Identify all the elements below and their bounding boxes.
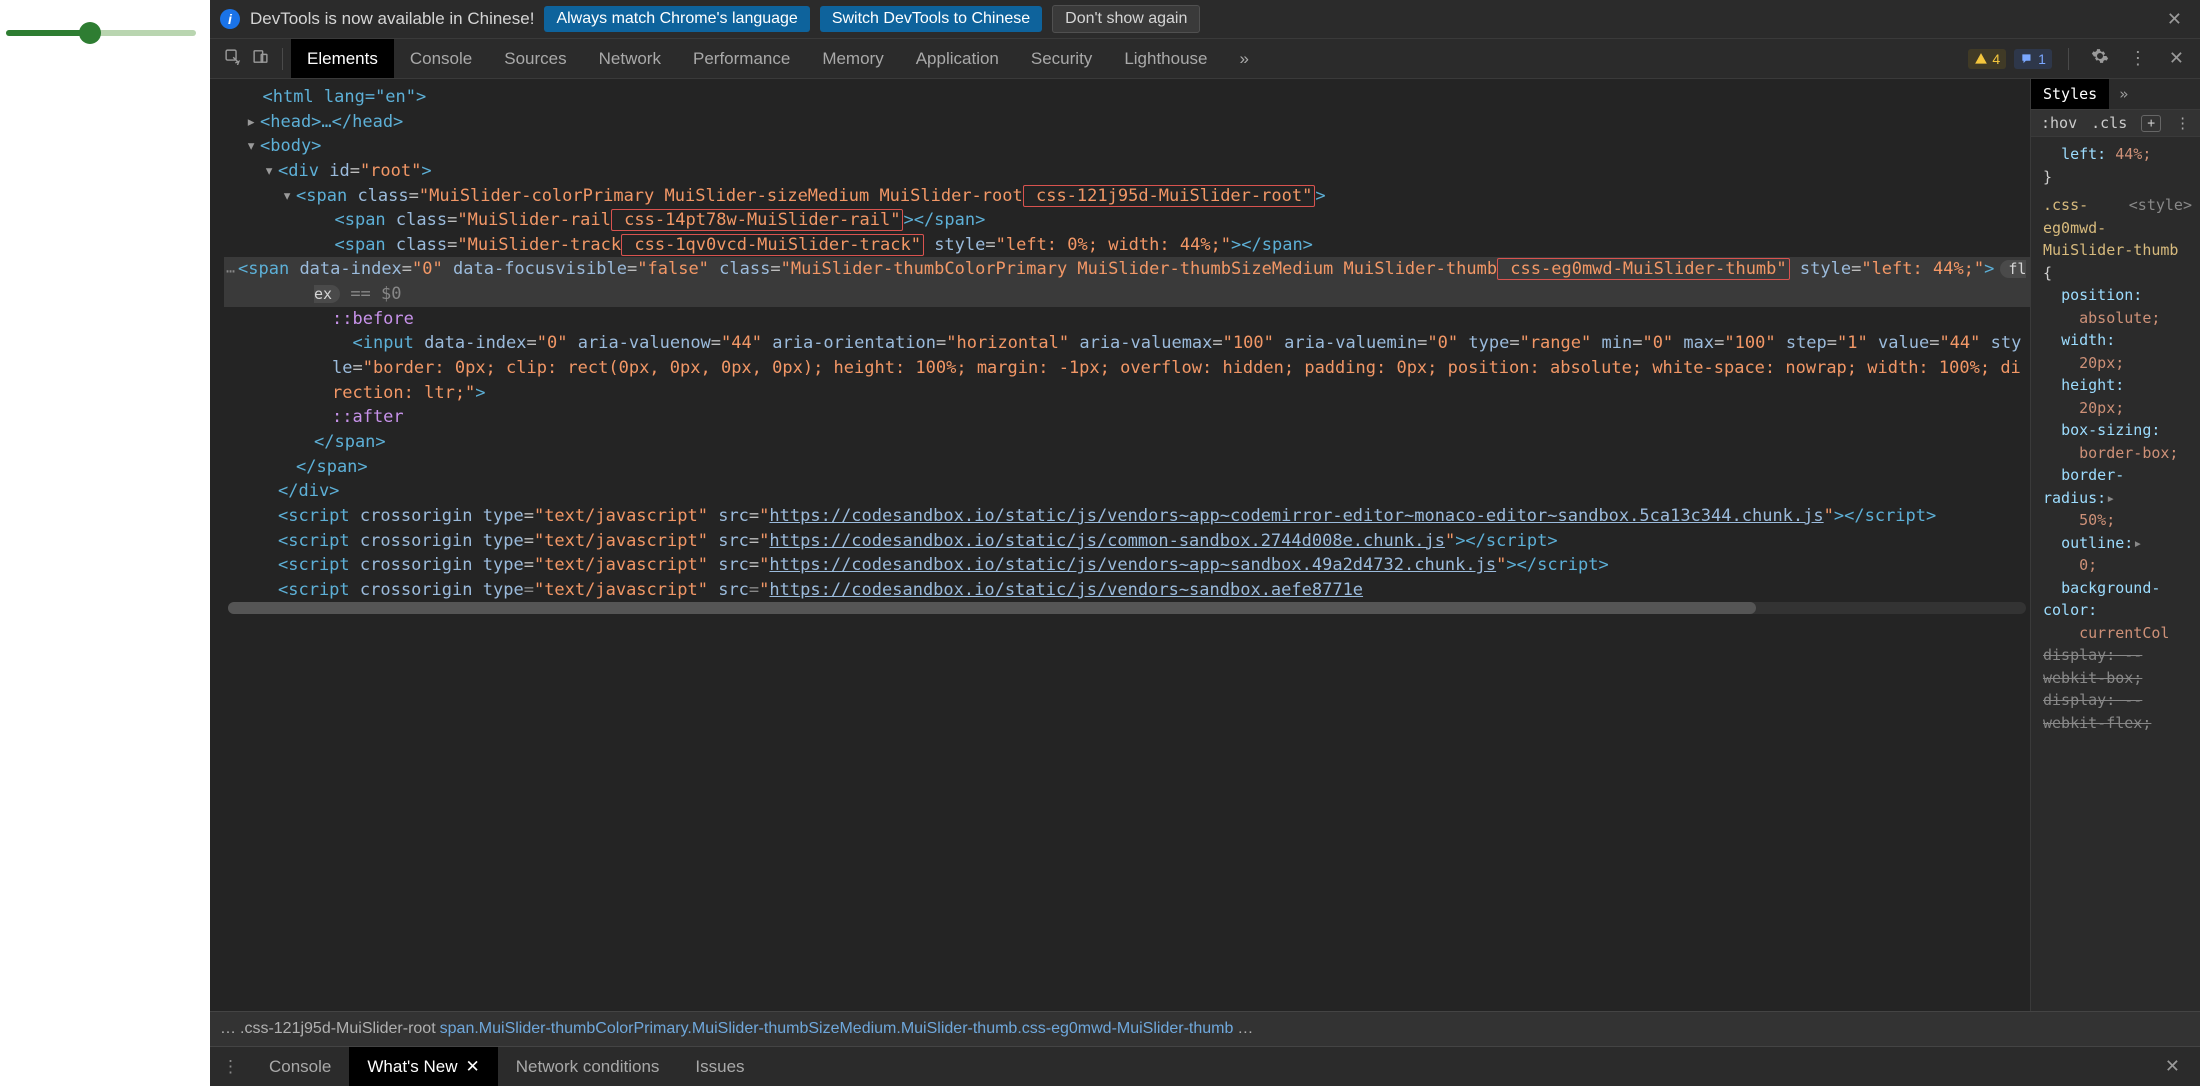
close-icon[interactable]: ✕ — [2159, 9, 2190, 30]
dismiss-notification-button[interactable]: Don't show again — [1052, 5, 1200, 33]
styles-tabs-overflow[interactable]: » — [2109, 79, 2138, 109]
dom-node: <span class="MuiSlider-rail css-14pt78w-… — [224, 208, 2030, 233]
issues-count: 1 — [2038, 51, 2046, 67]
dom-node: <script crossorigin type="text/javascrip… — [224, 578, 2030, 603]
devtools-window: i DevTools is now available in Chinese! … — [210, 0, 2200, 1086]
inspect-element-icon[interactable] — [218, 48, 246, 70]
drawer-tab-network-conditions[interactable]: Network conditions — [498, 1047, 678, 1086]
dom-node-selected: ⋯ ▾<span data-index="0" data-focusvisibl… — [224, 257, 2030, 306]
dom-node: ▾<div id="root"> — [224, 159, 2030, 184]
close-icon[interactable]: ✕ — [466, 1057, 480, 1077]
dom-pseudo: ::before — [224, 307, 2030, 332]
devtools-tabbar: Elements Console Sources Network Perform… — [210, 39, 2200, 79]
match-language-button[interactable]: Always match Chrome's language — [544, 6, 809, 32]
elements-dom-tree[interactable]: <html lang="en"> ▸<head>…</head> ▾<body>… — [210, 79, 2030, 1011]
hov-toggle[interactable]: :hov — [2041, 114, 2077, 132]
style-rules[interactable]: left: 44%; } .css-<style> eg0mwd- MuiSli… — [2031, 137, 2200, 1011]
dom-node: <span class="MuiSlider-track css-1qv0vcd… — [224, 233, 2030, 258]
tab-memory[interactable]: Memory — [806, 39, 899, 78]
cls-toggle[interactable]: .cls — [2091, 114, 2127, 132]
warnings-count: 4 — [1992, 51, 2000, 67]
dom-node: <script crossorigin type="text/javascrip… — [224, 529, 2030, 554]
breadcrumb-item-selected[interactable]: span.MuiSlider-thumbColorPrimary.MuiSlid… — [440, 1020, 1234, 1038]
mui-slider[interactable] — [6, 30, 196, 36]
dom-node: </span> — [224, 430, 2030, 455]
tab-elements[interactable]: Elements — [291, 39, 394, 78]
new-style-rule-button[interactable]: + — [2141, 115, 2161, 132]
switch-language-button[interactable]: Switch DevTools to Chinese — [820, 6, 1042, 32]
styles-more-icon[interactable]: ⋮ — [2175, 114, 2190, 132]
elements-breadcrumb[interactable]: … .css-121j95d-MuiSlider-root span.MuiSl… — [210, 1011, 2200, 1046]
slider-track — [6, 30, 90, 36]
warnings-badge[interactable]: 4 — [1968, 49, 2006, 69]
tab-network[interactable]: Network — [583, 39, 677, 78]
horizontal-scrollbar[interactable] — [228, 602, 2026, 614]
dom-node: ▸<head>…</head> — [224, 110, 2030, 135]
dom-node: <input data-index="0" aria-valuenow="44"… — [224, 331, 2030, 405]
gutter-actions-icon[interactable]: ⋯ — [226, 261, 235, 283]
issues-badge[interactable]: 1 — [2014, 49, 2052, 69]
dom-node: </span> — [224, 455, 2030, 480]
devtools-drawer: ⋮ Console What's New ✕ Network condition… — [210, 1046, 2200, 1086]
tab-security[interactable]: Security — [1015, 39, 1108, 78]
device-toolbar-icon[interactable] — [246, 48, 274, 70]
drawer-tab-console[interactable]: Console — [251, 1047, 349, 1086]
tab-lighthouse[interactable]: Lighthouse — [1108, 39, 1223, 78]
dom-node: ▾<span class="MuiSlider-colorPrimary Mui… — [224, 184, 2030, 209]
dom-node: ▾<body> — [224, 134, 2030, 159]
slider-thumb[interactable] — [79, 22, 101, 44]
tab-console[interactable]: Console — [394, 39, 488, 78]
tabs-overflow[interactable]: » — [1224, 39, 1265, 78]
info-icon: i — [220, 9, 240, 29]
breadcrumb-item[interactable]: .css-121j95d-MuiSlider-root — [240, 1020, 436, 1038]
devtools-notification-bar: i DevTools is now available in Chinese! … — [210, 0, 2200, 39]
devtools-close-icon[interactable]: ✕ — [2161, 48, 2192, 69]
dom-node: <script crossorigin type="text/javascrip… — [224, 553, 2030, 578]
kebab-icon[interactable]: ⋮ — [2123, 48, 2153, 69]
drawer-tab-whatsnew[interactable]: What's New ✕ — [349, 1047, 497, 1086]
tab-sources[interactable]: Sources — [488, 39, 582, 78]
rendered-page — [0, 0, 210, 1086]
styles-tab[interactable]: Styles — [2031, 79, 2109, 109]
dom-node: <html lang="en"> — [224, 85, 2030, 110]
dom-node: </div> — [224, 479, 2030, 504]
dom-pseudo: ::after — [224, 405, 2030, 430]
drawer-tab-issues[interactable]: Issues — [677, 1047, 762, 1086]
tab-application[interactable]: Application — [900, 39, 1015, 78]
tab-performance[interactable]: Performance — [677, 39, 806, 78]
styles-panel: Styles » :hov .cls + ⋮ left: 44%; } .css… — [2030, 79, 2200, 1011]
notification-text: DevTools is now available in Chinese! — [250, 9, 534, 29]
drawer-close-icon[interactable]: ✕ — [2157, 1056, 2188, 1076]
drawer-kebab-icon[interactable]: ⋮ — [210, 1057, 251, 1077]
gear-icon[interactable] — [2085, 47, 2115, 70]
dom-node: <script crossorigin type="text/javascrip… — [224, 504, 2030, 529]
